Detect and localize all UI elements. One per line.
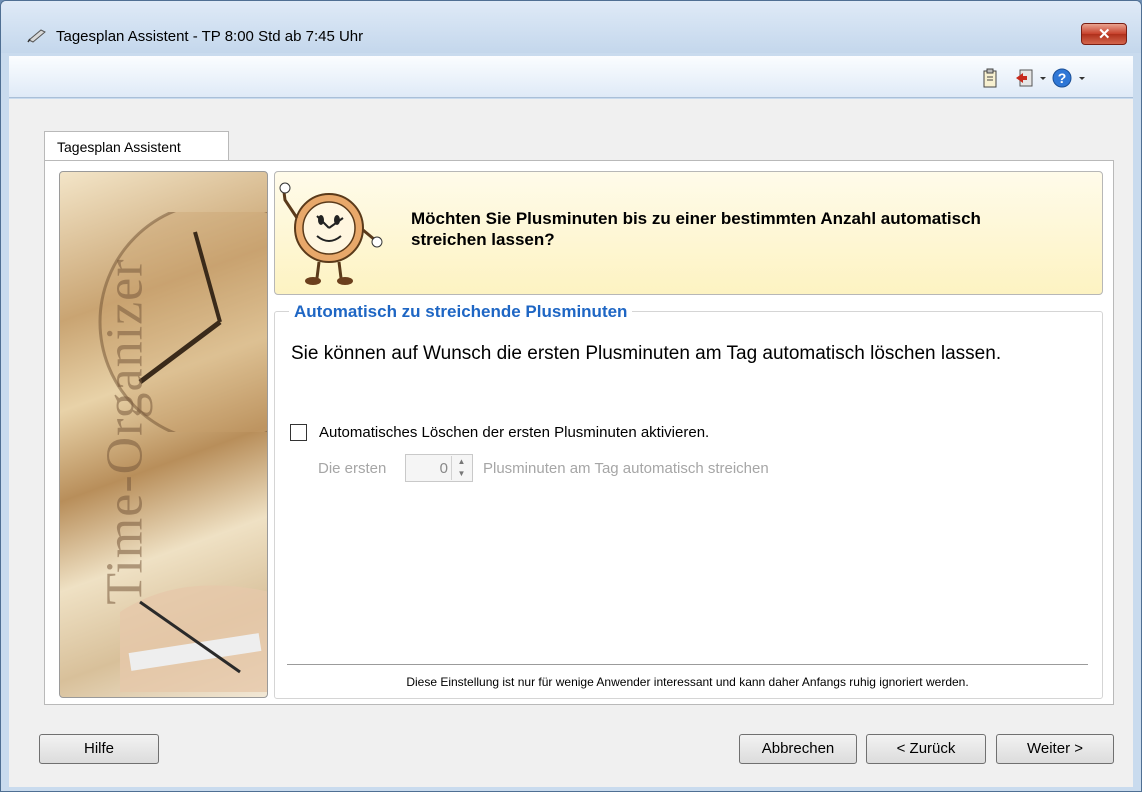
- spin-up-icon[interactable]: ▲: [452, 456, 471, 468]
- auto-delete-checkbox-label[interactable]: Automatisches Löschen der ersten Plusmin…: [319, 424, 709, 441]
- plusminutes-groupbox: Automatisch zu streichende Plusminuten S…: [274, 302, 1103, 699]
- client-area: Tagesplan Assistent Time-Organizer Möcht…: [9, 99, 1133, 787]
- question-header: Möchten Sie Plusminuten bis zu einer bes…: [274, 171, 1103, 295]
- title-bar[interactable]: Tagesplan Assistent - TP 8:00 Std ab 7:4…: [1, 1, 1141, 53]
- hint-text: Diese Einstellung ist nur für wenige Anw…: [406, 675, 969, 689]
- close-button[interactable]: ✕: [1081, 23, 1127, 45]
- close-icon: ✕: [1098, 26, 1111, 43]
- cancel-button[interactable]: Abbrechen: [739, 734, 857, 764]
- toolbar: ?: [9, 56, 1133, 98]
- dropdown-arrow-icon[interactable]: [1039, 68, 1047, 88]
- group-title: Automatisch zu streichende Plusminuten: [289, 302, 633, 322]
- group-description: Sie können auf Wunsch die ersten Plusmin…: [291, 343, 1002, 364]
- minutes-spinbox[interactable]: 0 ▲ ▼: [405, 454, 473, 482]
- side-banner-image: Time-Organizer: [59, 171, 268, 698]
- tab-tagesplan-assistent[interactable]: Tagesplan Assistent: [44, 131, 229, 161]
- svg-text:?: ?: [1058, 70, 1067, 86]
- first-minutes-label: Die ersten: [318, 460, 387, 477]
- clock-mascot-icon: [279, 182, 383, 285]
- hint-divider: [287, 664, 1088, 665]
- spin-down-icon[interactable]: ▼: [452, 468, 471, 480]
- next-button[interactable]: Weiter >: [996, 734, 1114, 764]
- wizard-question: Möchten Sie Plusminuten bis zu einer bes…: [411, 209, 981, 249]
- exit-icon[interactable]: [1014, 68, 1034, 88]
- clipboard-icon[interactable]: [982, 68, 998, 88]
- minutes-suffix-label: Plusminuten am Tag automatisch streichen: [483, 460, 769, 477]
- window-title: Tagesplan Assistent - TP 8:00 Std ab 7:4…: [56, 28, 364, 45]
- signature-pen-icon: [27, 29, 46, 43]
- tab-panel: Time-Organizer Möchten Sie Plusminuten b…: [44, 160, 1114, 705]
- wizard-window: Tagesplan Assistent - TP 8:00 Std ab 7:4…: [0, 0, 1142, 792]
- back-button[interactable]: < Zurück: [866, 734, 986, 764]
- dropdown-arrow-icon[interactable]: [1078, 68, 1086, 88]
- tab-label: Tagesplan Assistent: [57, 139, 181, 155]
- brand-vertical-text: Time-Organizer: [96, 258, 154, 605]
- minutes-value[interactable]: 0: [428, 460, 448, 477]
- help-button[interactable]: Hilfe: [39, 734, 159, 764]
- spin-buttons: ▲ ▼: [451, 456, 471, 480]
- help-icon[interactable]: ?: [1052, 68, 1072, 88]
- auto-delete-checkbox[interactable]: [290, 424, 307, 441]
